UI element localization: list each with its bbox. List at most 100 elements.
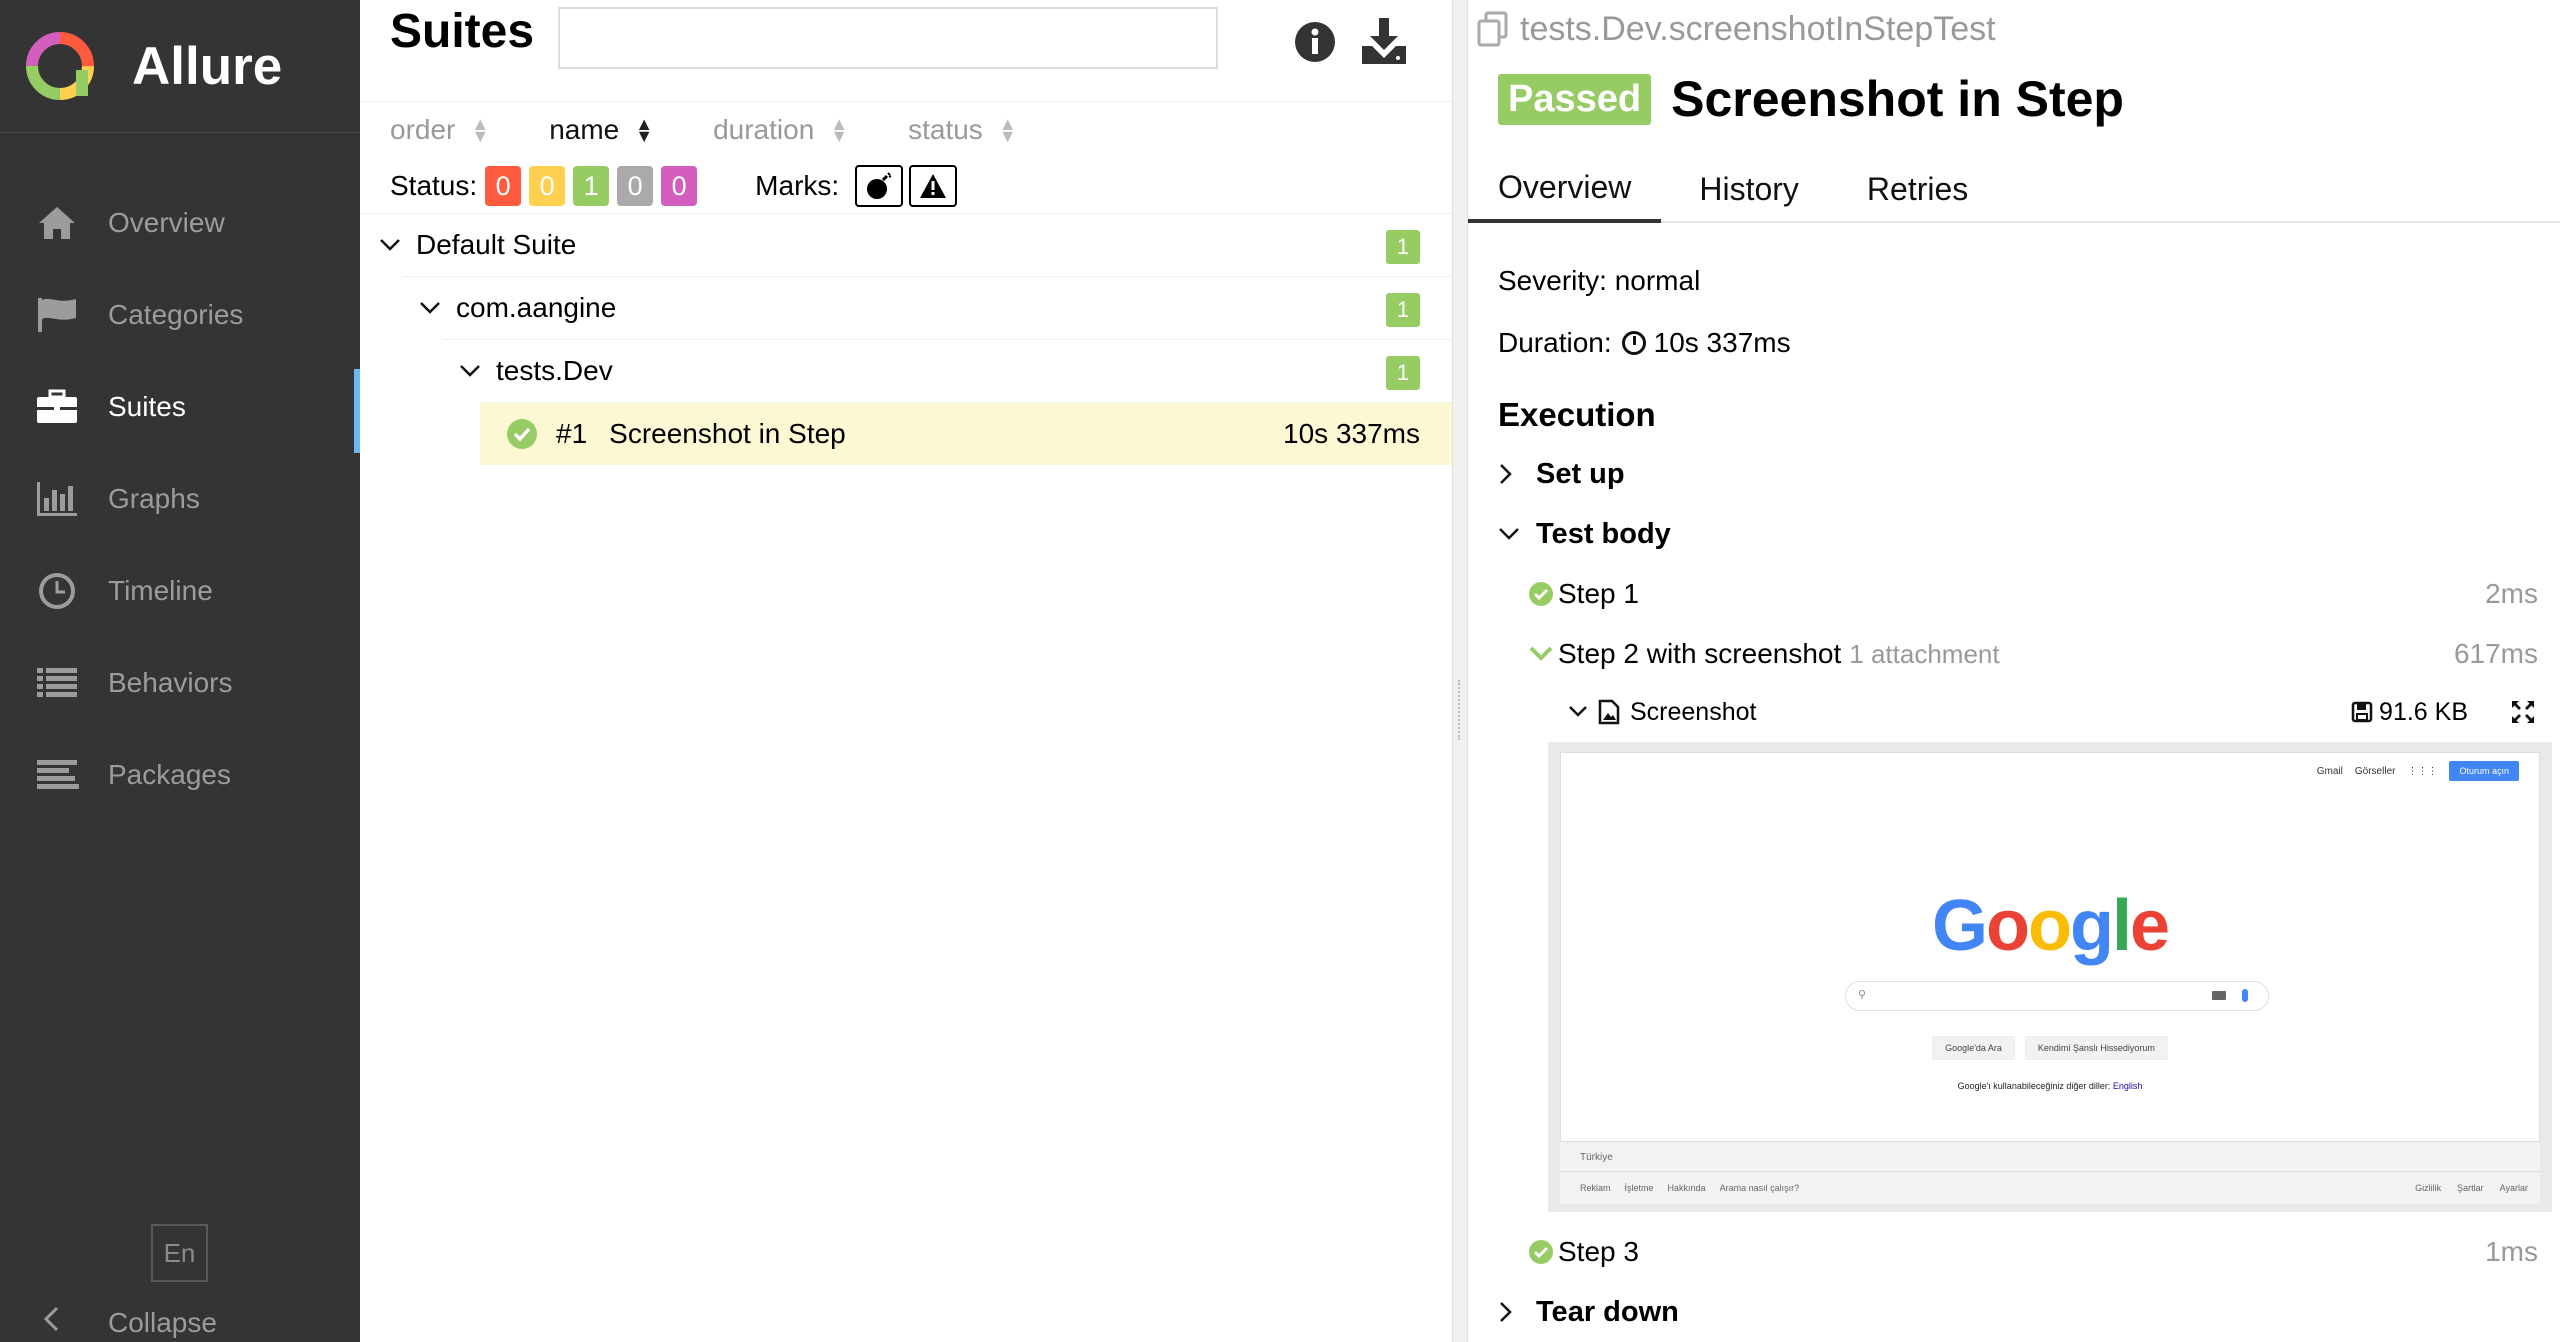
footer-link: Şartlar [2457,1183,2484,1193]
brand[interactable]: Allure [0,0,360,133]
sidebar-item-suites[interactable]: Suites [0,361,360,453]
suites-tree: Default Suite 1 com.aangine 1 tests.Dev … [360,213,1452,465]
sidebar-item-graphs[interactable]: Graphs [0,453,360,545]
sidebar-item-behaviors[interactable]: Behaviors [0,637,360,729]
chevron-down-icon [1529,646,1553,661]
stage-label: Set up [1536,457,1625,490]
stage-teardown[interactable]: Tear down [1498,1282,2538,1342]
google-top-bar: Gmail Görseller ⋮⋮⋮ Oturum açın [2305,761,2519,781]
attachment-screenshot-preview[interactable]: Gmail Görseller ⋮⋮⋮ Oturum açın Google ⚲… [1548,742,2552,1212]
count-badge: 1 [1386,293,1420,327]
passed-check-icon [1529,582,1553,606]
tree-node-label: Default Suite [416,229,577,260]
google-buttons: Google'da Ara Kendimi Şanslı Hissediyoru… [1561,1036,2539,1060]
sort-name[interactable]: name ▲ ▼ [549,114,653,146]
new-failed-mark-button[interactable] [909,165,958,207]
step-duration: 2ms [2485,578,2538,609]
sidebar-item-label: Graphs [108,483,200,514]
sort-order[interactable]: order ▲ ▼ [390,114,489,146]
tab-overview[interactable]: Overview [1468,155,1662,223]
tree-node-label: com.aangine [456,292,617,323]
sort-arrows-icon: ▲ ▼ [830,113,849,146]
tree-leaf-test[interactable]: #1 Screenshot in Step 10s 337ms [480,402,1452,465]
severity: Severity: normal [1498,265,1701,296]
overview-content: Severity: normal Duration: 10s 337ms Exe… [1498,250,2552,1342]
tree-node-label: tests.Dev [496,355,613,386]
signin-button: Oturum açın [2449,761,2519,781]
step-duration: 1ms [2485,1236,2538,1267]
sort-status[interactable]: status ▲ ▼ [908,114,1017,146]
status-label: Status: [390,170,478,201]
sidebar-item-categories[interactable]: Categories [0,269,360,361]
download-icon[interactable] [1360,16,1408,66]
languages-text: Google'ı kullanabileceğiniz diğer diller… [1957,1081,2111,1091]
flag-icon [35,293,79,337]
chevron-down-icon [418,301,442,315]
tree-node-suite[interactable]: Default Suite 1 [360,213,1452,276]
step-name: Step 3 [1558,1236,1639,1267]
search-input[interactable] [558,7,1218,69]
bomb-icon [867,172,892,199]
testcase-title: Screenshot in Step [1671,71,2124,127]
status-badge: Passed [1498,73,1652,125]
sort-arrows-icon: ▲ ▼ [635,113,654,146]
testcase-fullname: tests.Dev.screenshotInStepTest [1476,10,1996,49]
execution-title: Execution [1498,396,1656,433]
attachment-size: 91.6 KB [2351,698,2468,727]
collapse-label: Collapse [108,1307,217,1338]
footer-right: Gizlilik Şartlar Ayarlar [2411,1183,2540,1193]
duration: Duration: 10s 337ms [1498,312,2538,374]
stage-setup[interactable]: Set up [1498,444,2538,504]
expand-icon[interactable] [2510,699,2536,725]
clock-icon [35,569,79,613]
footer-link: Reklam [1580,1183,1611,1193]
tree-node-class[interactable]: tests.Dev 1 [442,339,1452,402]
sort-bar: order ▲ ▼ name ▲ ▼ duration ▲ ▼ status ▲ ▼ [360,101,1452,157]
attachment-row[interactable]: Screenshot 91.6 KB [1498,684,2538,740]
sidebar-item-label: Categories [108,299,244,330]
status-broken-badge[interactable]: 0 [529,166,566,206]
testcase-pane: tests.Dev.screenshotInStepTest Passed Sc… [1468,0,2560,1342]
language-switcher[interactable]: En [151,1224,208,1282]
tree-node-package[interactable]: com.aangine 1 [402,276,1452,339]
tab-history[interactable]: History [1669,155,1829,223]
footer-link: Gizlilik [2415,1183,2442,1193]
google-search-box: ⚲ [1845,981,2269,1011]
step-row[interactable]: Step 3 1ms [1498,1222,2538,1282]
test-name: Screenshot in Step [609,418,846,449]
apps-grid-icon: ⋮⋮⋮ [2407,765,2438,777]
sidebar-nav: Overview Categories Suites Graphs Timeli… [0,177,360,821]
stage-test-body[interactable]: Test body [1498,504,2538,564]
suites-pane: Suites order ▲ ▼ name ▲ ▼ duration ▲ ▼ stat… [360,0,1452,1342]
status-skipped-badge[interactable]: 0 [617,166,654,206]
step-row[interactable]: Step 2 with screenshot 1 attachment 617m… [1498,624,2538,684]
duration-label: Duration: [1498,327,1612,358]
duration-value: 10s 337ms [1653,327,1791,358]
step-row[interactable]: Step 1 2ms [1498,564,2538,624]
status-passed-badge[interactable]: 1 [573,166,610,206]
footer-link: Arama nasıl çalışır? [1719,1183,1800,1193]
status-failed-badge[interactable]: 0 [485,166,522,206]
sidebar-item-label: Overview [108,207,225,238]
allure-report-app: Allure Overview Categories Suites Graphs… [0,0,2560,1342]
count-badge: 1 [1386,230,1420,264]
sidebar-item-label: Suites [108,391,186,422]
sort-duration[interactable]: duration ▲ ▼ [713,114,848,146]
pane-splitter[interactable] [1452,0,1468,1342]
sort-name-label: name [549,113,620,145]
step-attachment-count: 1 attachment [1849,638,2000,669]
bar-chart-icon [35,477,79,521]
sidebar-item-overview[interactable]: Overview [0,177,360,269]
status-unknown-badge[interactable]: 0 [661,166,698,206]
collapse-button[interactable]: Collapse [42,1305,217,1341]
clock-icon [1621,331,1646,355]
sidebar-item-timeline[interactable]: Timeline [0,545,360,637]
flaky-mark-button[interactable] [855,165,904,207]
chevron-down-icon [458,364,482,378]
tab-retries[interactable]: Retries [1837,155,1998,223]
footer-link: Hakkında [1667,1183,1706,1193]
copy-icon[interactable] [1476,11,1510,49]
mic-icon [2242,989,2248,1002]
sidebar-item-packages[interactable]: Packages [0,729,360,821]
info-icon[interactable] [1293,20,1337,64]
